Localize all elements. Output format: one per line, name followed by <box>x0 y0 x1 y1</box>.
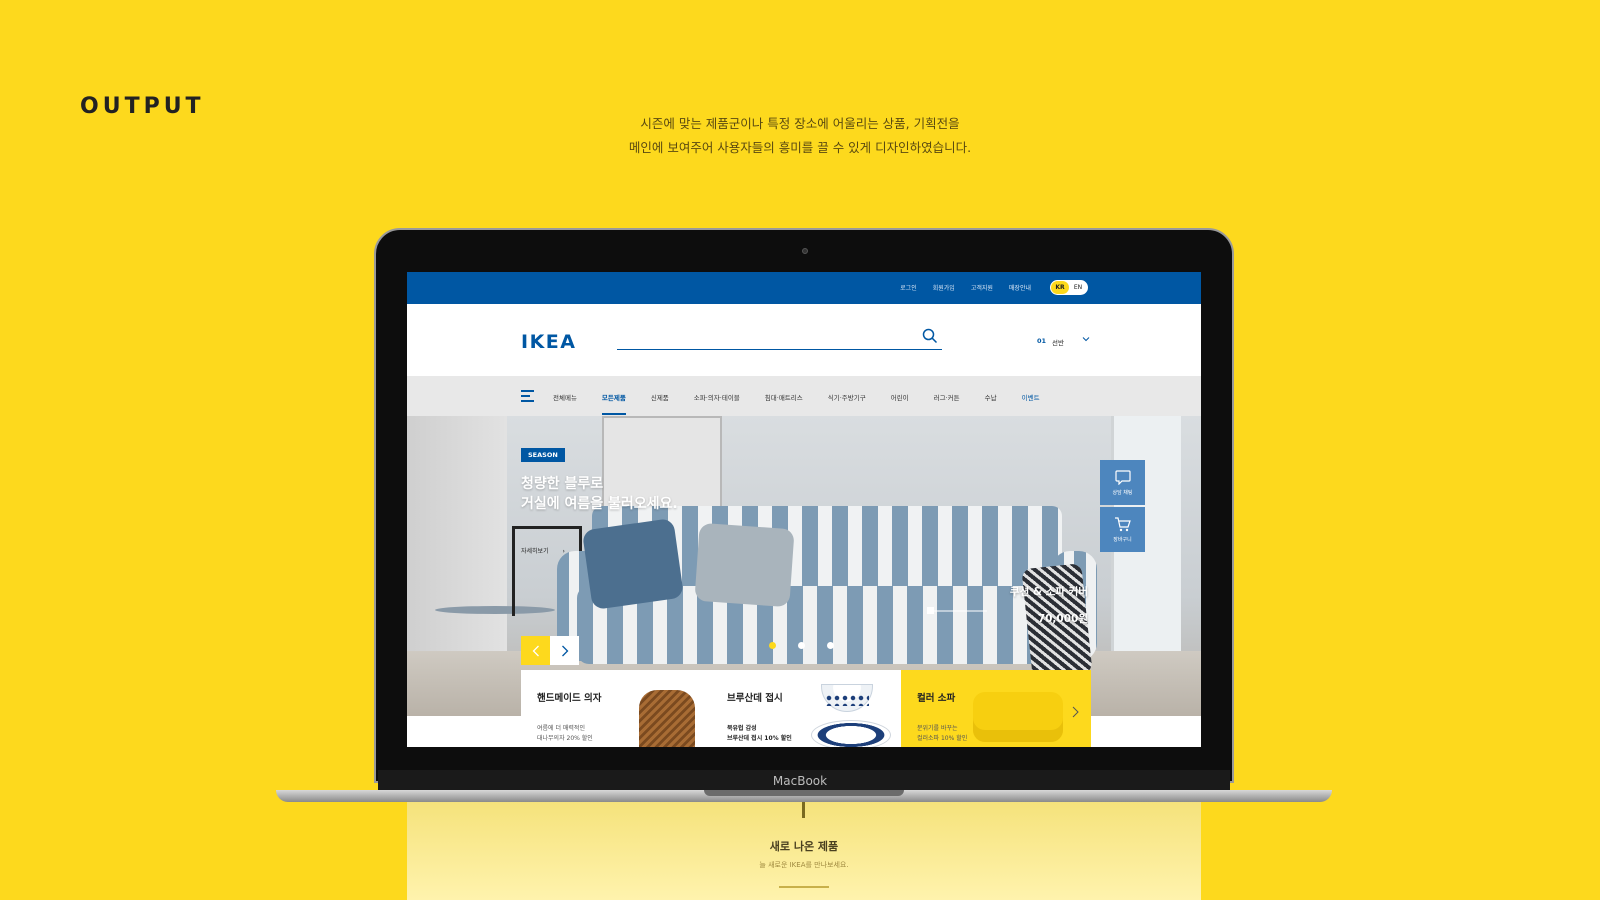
promo-card-text: 분위기를 바꾸는 <box>917 725 958 732</box>
hamburger-menu-icon[interactable] <box>521 390 534 402</box>
plate-image <box>811 720 891 747</box>
slide-dot-2[interactable] <box>798 642 805 649</box>
promo-card-plate[interactable]: 브루산데 접시 북유럽 감성 브루산데 접시 10% 할인 <box>711 670 901 747</box>
lang-kr[interactable]: KR <box>1051 281 1069 294</box>
featured-product[interactable]: 쿠션 & 소파 커버 70,000원 <box>1010 584 1088 626</box>
new-products-title: 새로 나온 제품 <box>769 840 839 853</box>
language-toggle[interactable]: KR EN <box>1050 280 1088 295</box>
top-bar: 로그인 회원가입 고객지원 매장안내 KR EN <box>407 272 1201 304</box>
featured-progress <box>927 607 987 614</box>
header: IKEA 01 선반 <box>407 304 1201 376</box>
nav-all-products[interactable]: 모든제품 <box>601 392 626 415</box>
store-info-link[interactable]: 매장안내 <box>1009 283 1031 292</box>
ikea-logo[interactable]: IKEA <box>521 331 576 353</box>
nav-event[interactable]: 이벤트 <box>1022 392 1040 402</box>
prev-slide-button[interactable] <box>521 636 550 665</box>
progress-knob <box>927 607 934 614</box>
chevron-right-icon[interactable] <box>1072 706 1079 718</box>
nav-rug-curtain[interactable]: 러그·커튼 <box>934 392 960 402</box>
nav-storage[interactable]: 수납 <box>985 392 997 402</box>
website-screen: 로그인 회원가입 고객지원 매장안내 KR EN IKEA 01 선반 전체메뉴… <box>407 272 1201 747</box>
nav-kids[interactable]: 어린이 <box>891 392 909 402</box>
promo-card-text: 북유럽 감성 <box>727 725 757 732</box>
search-icon[interactable] <box>922 328 938 344</box>
cart-label: 장바구니 <box>1113 536 1132 543</box>
signup-link[interactable]: 회원가입 <box>933 283 955 292</box>
promo-card-text: 브루산데 접시 10% 할인 <box>727 735 792 742</box>
hero-image-pillow <box>581 517 685 611</box>
store-select[interactable]: 01 선반 <box>1037 337 1090 347</box>
slide-dot-1[interactable] <box>769 642 776 649</box>
nav-sofa-chair-table[interactable]: 소파·의자·테이블 <box>694 392 740 402</box>
nav-all-menu[interactable]: 전체메뉴 <box>553 392 577 402</box>
cart-button[interactable]: 장바구니 <box>1100 507 1145 552</box>
new-products-section: 새로 나온 제품 늘 새로운 IKEA를 만나보세요. <box>407 800 1201 900</box>
promo-card-text: 컬러소파 10% 할인 <box>917 735 968 742</box>
more-link[interactable]: 자세히보기 › <box>521 546 565 555</box>
divider <box>802 800 805 818</box>
main-nav: 전체메뉴 모든제품 신제품 소파·의자·테이블 침대·매트리스 식기·주방기구 … <box>407 376 1201 416</box>
chevron-right-icon <box>561 645 568 656</box>
hero-title-line-1: 청량한 블루로 <box>521 476 604 492</box>
more-link-label: 자세히보기 <box>521 548 549 555</box>
hero-title-line-2: 거실에 여름을 불러오세요. <box>521 496 678 512</box>
laptop-label: MacBook <box>772 774 828 788</box>
top-links: 로그인 회원가입 고객지원 매장안내 <box>900 283 1031 292</box>
store-number: 01 <box>1037 337 1047 345</box>
description: 시즌에 맞는 제품군이나 특정 장소에 어울리는 상품, 기획전을 메인에 보여… <box>0 112 1600 160</box>
chevron-down-icon <box>1082 337 1090 342</box>
chevron-right-icon: › <box>562 548 565 555</box>
hero-title: 청량한 블루로 거실에 여름을 불러오세요. <box>521 474 678 514</box>
hero-image-pillow <box>694 522 795 608</box>
promo-card-title: 핸드메이드 의자 <box>537 693 602 704</box>
promo-card-title: 브루산데 접시 <box>727 693 783 704</box>
nav-bed-mattress[interactable]: 침대·매트리스 <box>765 392 803 402</box>
promo-card-chair[interactable]: 핸드메이드 의자 여름에 더 매력적인 대나무의자 20% 할인 <box>521 670 711 747</box>
nav-items: 전체메뉴 모든제품 신제품 소파·의자·테이블 침대·매트리스 식기·주방기구 … <box>553 392 1040 415</box>
promo-card-sofa[interactable]: 컬러 소파 분위기를 바꾸는 컬러소파 10% 할인 <box>901 670 1091 747</box>
promo-cards: 핸드메이드 의자 여름에 더 매력적인 대나무의자 20% 할인 브루산데 접시… <box>521 670 1091 747</box>
floating-buttons: 상담 채팅 장바구니 <box>1100 460 1145 554</box>
promo-card-text: 대나무의자 20% 할인 <box>537 735 593 742</box>
laptop-notch <box>704 790 904 796</box>
slide-dot-3[interactable] <box>827 642 834 649</box>
store-name: 선반 <box>1052 339 1065 347</box>
bowl-pattern <box>825 694 869 706</box>
underline <box>779 886 829 888</box>
chat-bubble-icon <box>1114 469 1131 485</box>
slide-indicators <box>769 642 834 649</box>
slide-arrows <box>521 636 579 665</box>
support-link[interactable]: 고객지원 <box>971 283 993 292</box>
new-products-subtitle: 늘 새로운 IKEA를 만나보세요. <box>759 861 849 869</box>
season-badge: SEASON <box>521 448 565 462</box>
search-input[interactable] <box>617 326 942 350</box>
description-line-2: 메인에 보여주어 사용자들의 흥미를 끌 수 있게 디자인하였습니다. <box>628 140 972 155</box>
featured-product-price: 70,000원 <box>1037 613 1088 625</box>
nav-new[interactable]: 신제품 <box>651 392 669 402</box>
chair-image <box>639 690 695 747</box>
chat-button[interactable]: 상담 채팅 <box>1100 460 1145 505</box>
yellow-sofa-image <box>973 692 1063 742</box>
featured-product-name: 쿠션 & 소파 커버 <box>1009 586 1088 598</box>
promo-card-title: 컬러 소파 <box>917 693 956 704</box>
camera-icon <box>802 248 808 254</box>
nav-kitchen[interactable]: 식기·주방기구 <box>828 392 866 402</box>
lang-en[interactable]: EN <box>1069 284 1087 291</box>
login-link[interactable]: 로그인 <box>900 283 917 292</box>
description-line-1: 시즌에 맞는 제품군이나 특정 장소에 어울리는 상품, 기획전을 <box>640 116 960 131</box>
chevron-left-icon <box>532 645 539 656</box>
next-slide-button[interactable] <box>550 636 579 665</box>
promo-card-text: 여름에 더 매력적인 <box>537 725 585 732</box>
cart-icon <box>1115 516 1131 531</box>
chat-label: 상담 채팅 <box>1112 489 1133 496</box>
